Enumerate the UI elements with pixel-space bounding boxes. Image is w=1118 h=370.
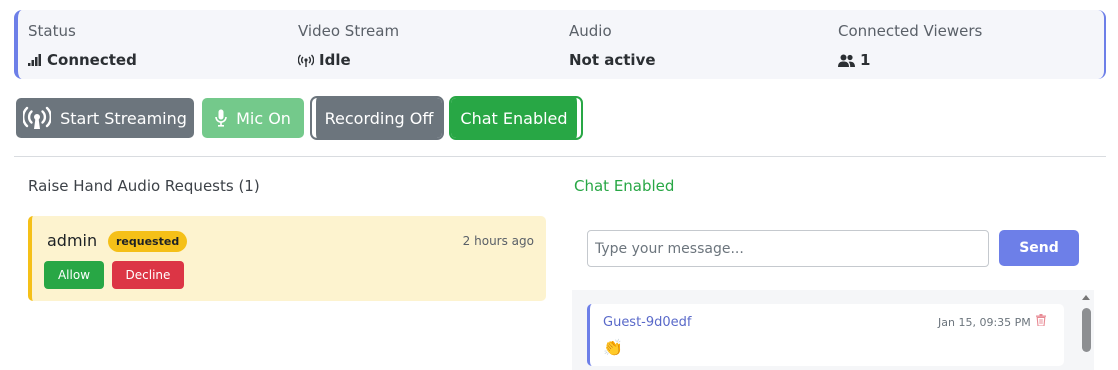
- viewers-value: 1: [838, 51, 870, 69]
- status-panel: Status Connected Video Stream Idle Audio…: [14, 10, 1106, 79]
- request-time: 2 hours ago: [462, 234, 534, 248]
- raise-hand-title: Raise Hand Audio Requests (1): [28, 177, 260, 195]
- audio-value: Not active: [569, 51, 656, 69]
- connection-status-text: Connected: [47, 51, 137, 69]
- broadcast-icon: [298, 54, 314, 67]
- mic-toggle-button[interactable]: Mic On: [202, 98, 304, 138]
- video-stream-label: Video Stream: [298, 22, 400, 40]
- users-icon: [838, 54, 855, 67]
- microphone-icon: [215, 109, 227, 127]
- start-streaming-label: Start Streaming: [60, 108, 187, 128]
- chat-toggle-button[interactable]: Chat Enabled: [449, 96, 583, 140]
- chat-message: Guest-9d0edf Jan 15, 09:35 PM 👏: [587, 304, 1064, 366]
- decline-button[interactable]: Decline: [112, 261, 184, 289]
- chat-message-input[interactable]: [587, 230, 989, 267]
- requester-name: admin: [47, 231, 98, 250]
- mic-toggle-label: Mic On: [236, 108, 291, 128]
- message-time: Jan 15, 09:35 PM: [938, 316, 1031, 329]
- allow-button[interactable]: Allow: [44, 261, 104, 289]
- status-badge: requested: [108, 231, 188, 252]
- message-text: 👏: [603, 340, 623, 357]
- broadcast-icon: [23, 106, 52, 129]
- recording-toggle-button[interactable]: Recording Off: [310, 96, 444, 140]
- status-value: Connected: [28, 51, 137, 69]
- status-label: Status: [28, 22, 76, 40]
- trash-icon[interactable]: [1036, 314, 1046, 326]
- send-button[interactable]: Send: [999, 230, 1079, 266]
- scroll-thumb[interactable]: [1082, 308, 1091, 352]
- audio-label: Audio: [569, 22, 612, 40]
- audio-status-text: Not active: [569, 51, 656, 69]
- recording-toggle-label: Recording Off: [324, 108, 434, 128]
- chat-scrollbar[interactable]: [1079, 292, 1093, 370]
- chat-toggle-label: Chat Enabled: [460, 108, 568, 128]
- video-stream-value: Idle: [298, 51, 351, 69]
- chat-messages-area[interactable]: Guest-9d0edf Jan 15, 09:35 PM 👏: [572, 290, 1094, 370]
- start-streaming-button[interactable]: Start Streaming: [16, 98, 194, 138]
- signal-bars-icon: [28, 54, 41, 66]
- video-stream-status-text: Idle: [319, 51, 351, 69]
- viewers-count: 1: [860, 51, 871, 69]
- scroll-up-arrow-icon[interactable]: [1082, 295, 1090, 300]
- section-divider: [14, 156, 1106, 157]
- raise-hand-request-card: admin requested 2 hours ago Allow Declin…: [28, 216, 546, 301]
- message-sender: Guest-9d0edf: [603, 315, 692, 330]
- viewers-label: Connected Viewers: [838, 22, 983, 40]
- chat-title: Chat Enabled: [574, 177, 675, 195]
